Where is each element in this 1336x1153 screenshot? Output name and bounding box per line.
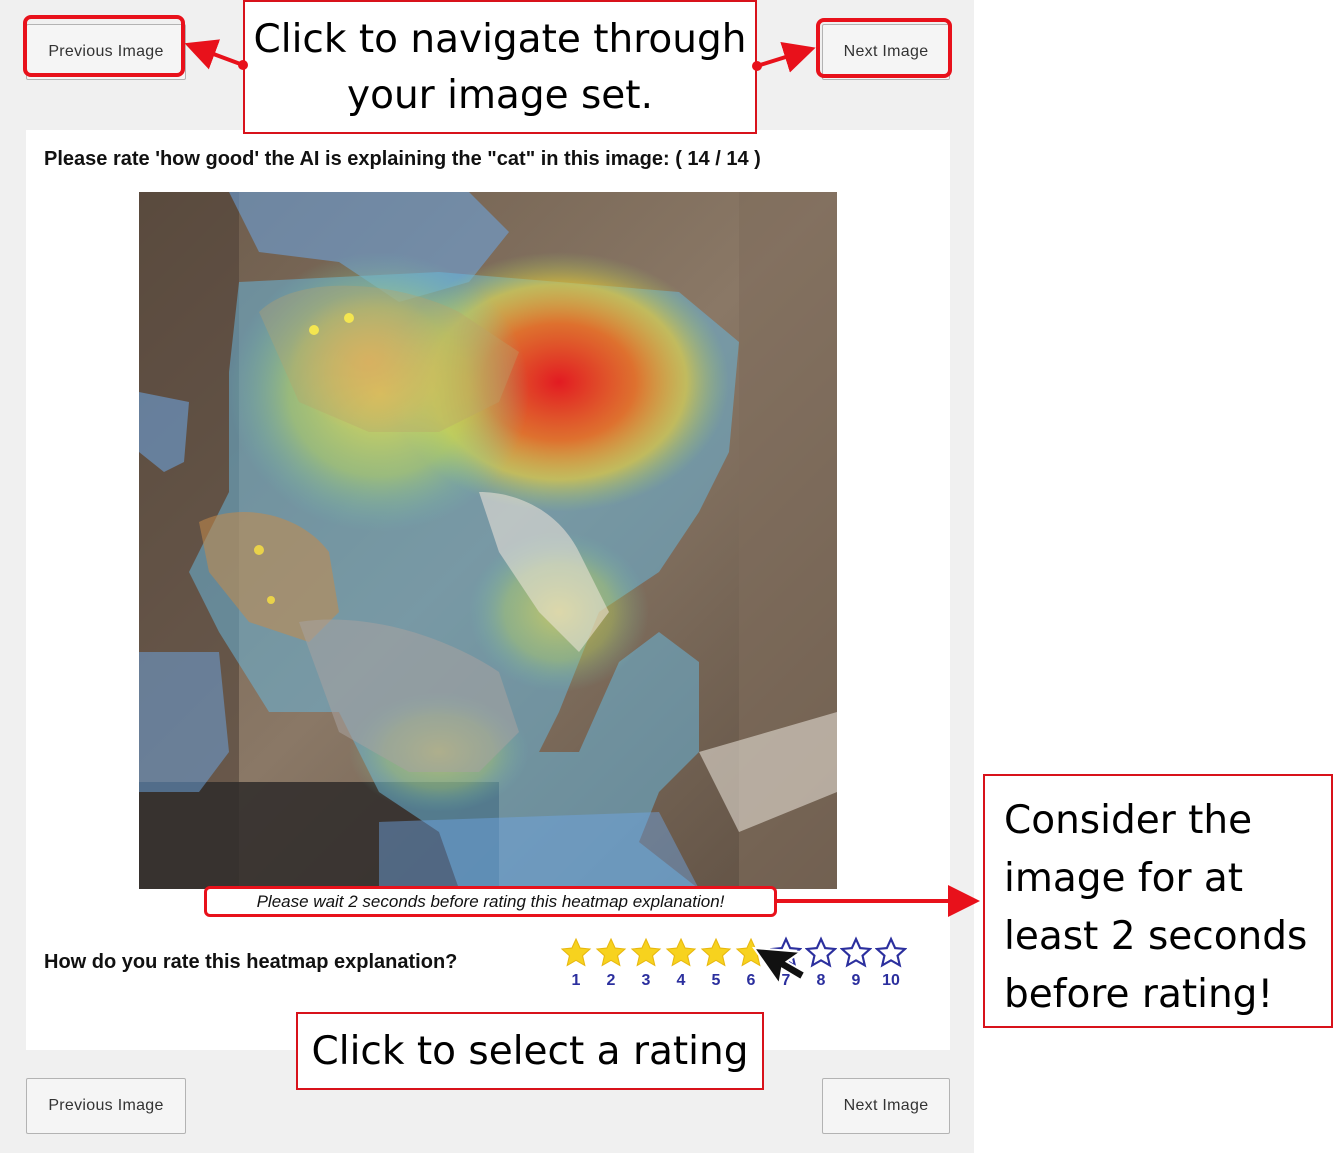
star-label-6: 6	[746, 972, 756, 989]
star-label-5: 5	[711, 972, 721, 989]
previous-image-button-bottom[interactable]: Previous Image	[26, 1078, 186, 1134]
next-button-highlight	[816, 18, 952, 78]
next-image-button-bottom[interactable]: Next Image	[822, 1078, 950, 1134]
star-8-icon[interactable]	[805, 936, 837, 970]
star-label-10: 10	[882, 972, 900, 989]
star-label-8: 8	[816, 972, 826, 989]
star-7-icon[interactable]	[770, 936, 802, 970]
navigate-callout: Click to navigate through your image set…	[243, 0, 757, 134]
star-10-icon[interactable]	[875, 936, 907, 970]
select-rating-callout: Click to select a rating	[296, 1012, 764, 1090]
wait-note: Please wait 2 seconds before rating this…	[204, 886, 777, 917]
star-label-7: 7	[781, 972, 791, 989]
star-4-icon[interactable]	[665, 936, 697, 970]
star-label-2: 2	[606, 972, 616, 989]
star-1-icon[interactable]	[560, 936, 592, 970]
star-label-9: 9	[851, 972, 861, 989]
star-label-3: 3	[641, 972, 651, 989]
rating-prompt: How do you rate this heatmap explanation…	[44, 951, 458, 973]
star-rating[interactable]: 1 2 3 4 5 6 7 8 9 10	[556, 936, 916, 996]
star-2-icon[interactable]	[595, 936, 627, 970]
star-9-icon[interactable]	[840, 936, 872, 970]
heatmap-image	[139, 192, 837, 889]
consider-callout: Consider the image for at least 2 second…	[983, 774, 1333, 1028]
previous-button-highlight	[23, 15, 185, 77]
rating-question-title: Please rate 'how good' the AI is explain…	[44, 148, 761, 170]
star-5-icon[interactable]	[700, 936, 732, 970]
star-label-4: 4	[676, 972, 686, 989]
star-label-1: 1	[571, 972, 581, 989]
star-3-icon[interactable]	[630, 936, 662, 970]
star-6-icon[interactable]	[735, 936, 767, 970]
